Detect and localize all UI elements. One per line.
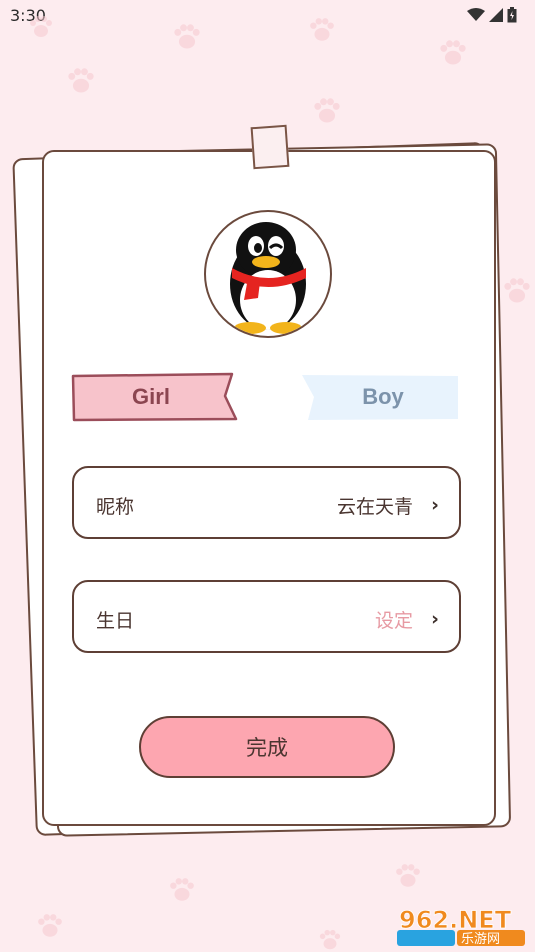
watermark-brand: 962.NET <box>399 906 512 934</box>
paw-print-icon <box>38 914 62 937</box>
paw-print-icon <box>310 18 334 41</box>
avatar[interactable] <box>204 210 332 338</box>
paw-print-icon <box>30 16 52 37</box>
birthday-row[interactable]: 生日 设定 › <box>72 580 461 653</box>
gender-girl-tag[interactable]: Girl <box>70 372 240 422</box>
watermark-site: 乐游网 <box>461 932 500 947</box>
birthday-label: 生日 <box>96 610 135 632</box>
watermark-logo: 962.NET 乐游网 <box>397 906 525 947</box>
tape-decoration <box>250 124 290 170</box>
qq-penguin-avatar <box>230 222 306 334</box>
paw-print-icon <box>314 98 340 123</box>
status-bar: 3:30 <box>0 0 535 32</box>
done-button[interactable]: 完成 <box>139 716 395 778</box>
nickname-value: 云在天青 <box>336 496 413 518</box>
battery-icon <box>507 7 517 23</box>
paw-print-icon <box>319 929 341 950</box>
paw-print-icon <box>440 40 466 65</box>
done-button-label: 完成 <box>246 736 288 760</box>
site-watermark: 962.NET 乐游网 <box>395 902 530 948</box>
status-icons <box>467 7 517 23</box>
birthday-value: 设定 <box>374 610 413 632</box>
paw-print-icon <box>68 68 94 93</box>
paw-print-icon <box>170 878 194 901</box>
paw-print-icon <box>396 864 420 887</box>
wifi-icon <box>467 8 485 21</box>
chevron-right-icon: › <box>431 608 439 630</box>
gender-girl-label: Girl <box>132 384 170 409</box>
gender-boy-tag[interactable]: Boy <box>300 373 460 421</box>
nickname-row[interactable]: 昵称 云在天青 › <box>72 466 461 539</box>
chevron-right-icon: › <box>431 494 439 516</box>
gender-boy-label: Boy <box>362 384 404 409</box>
nickname-label: 昵称 <box>96 496 135 518</box>
paw-print-icon <box>174 24 200 49</box>
paw-print-icon <box>504 278 530 303</box>
signal-icon <box>489 8 503 22</box>
